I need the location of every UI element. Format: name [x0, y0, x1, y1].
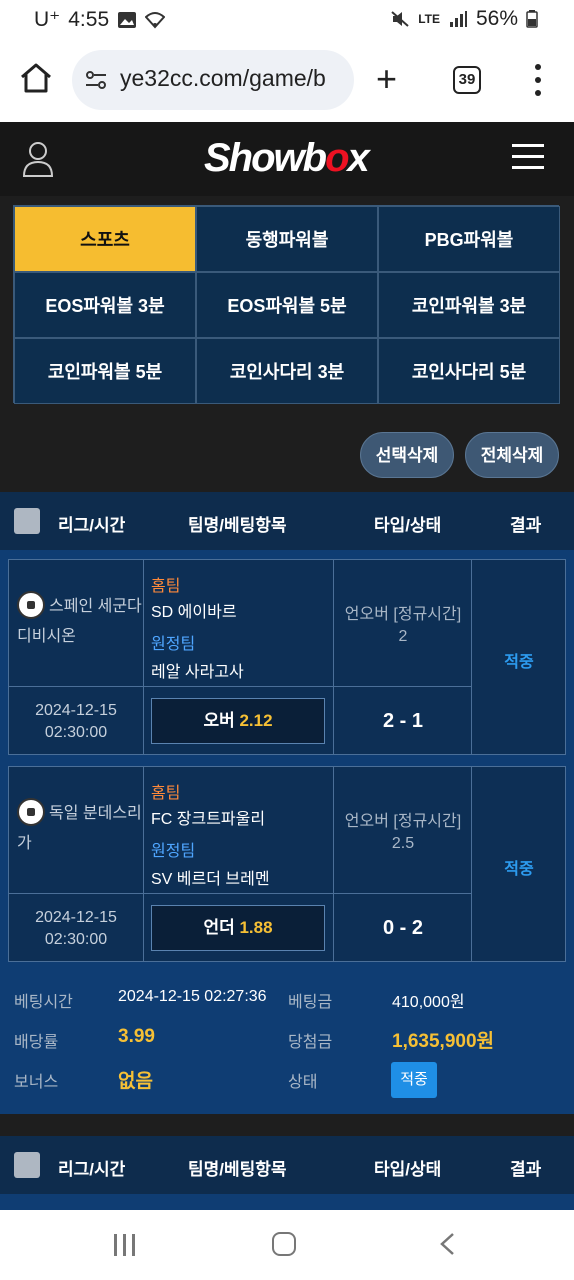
pick-box: 언더 1.88	[151, 905, 325, 951]
header-team-item: 팀명/베팅항목	[188, 1160, 287, 1179]
home-team-name: FC 장크트파울리	[151, 811, 266, 828]
signal-icon	[449, 11, 467, 27]
soccer-ball-icon	[17, 590, 45, 619]
bet-time-value: 2024-12-15 02:27:36	[118, 988, 267, 1005]
recent-apps-icon[interactable]	[112, 1234, 138, 1256]
tab-coin-powerball-5[interactable]: 코인파워볼 5분	[14, 338, 196, 404]
away-team-label: 원정팀	[151, 636, 196, 653]
header-league-time: 리그/시간	[58, 1160, 126, 1179]
away-team-name: SV 베르더 브레멘	[151, 871, 270, 888]
header-result: 결과	[510, 1160, 542, 1179]
carrier-label: U⁺	[34, 8, 61, 31]
header-result: 결과	[510, 516, 542, 535]
league-name: 독일 분데스리가	[17, 797, 145, 859]
match-score: 0 - 2	[382, 917, 424, 939]
home-button-icon[interactable]	[272, 1232, 296, 1256]
hamburger-menu-icon[interactable]	[512, 144, 544, 170]
soccer-ball-icon	[17, 797, 45, 826]
home-team-label: 홈팀	[151, 578, 181, 595]
back-icon[interactable]	[438, 1232, 458, 1256]
bet-amount-value: 410,000원	[392, 994, 465, 1011]
browser-toolbar: ye32cc.com/game/b + 39	[0, 38, 574, 122]
bet-type: 언오버 [정규시간] 2	[344, 606, 462, 645]
table-header: 리그/시간 팀명/베팅항목 타입/상태 결과	[0, 492, 574, 550]
system-navigation-bar	[0, 1210, 574, 1280]
match-result: 적중	[504, 654, 534, 671]
tab-count-button[interactable]: 39	[453, 66, 481, 94]
match-score: 2 - 1	[382, 710, 424, 732]
new-tab-icon[interactable]: +	[376, 61, 397, 97]
bet-time-label: 베팅시간	[14, 994, 73, 1011]
select-checkbox[interactable]	[14, 1152, 40, 1178]
tab-eos-powerball-3[interactable]: EOS파워볼 3분	[14, 272, 196, 338]
site-logo[interactable]: Showbox	[204, 136, 370, 181]
odds-label: 배당률	[14, 1034, 59, 1051]
home-team-label: 홈팀	[151, 785, 181, 802]
home-icon[interactable]	[18, 60, 54, 96]
tab-sports[interactable]: 스포츠	[14, 206, 196, 272]
win-amount-value: 1,635,900원	[392, 1031, 495, 1052]
league-name: 스페인 세군다 디비시온	[17, 590, 145, 652]
bonus-label: 보너스	[14, 1074, 59, 1091]
clock: 4:55	[68, 7, 110, 31]
tab-coin-powerball-3[interactable]: 코인파워볼 3분	[378, 272, 560, 338]
game-category-grid: 스포츠 동행파워볼 PBG파워볼 EOS파워볼 3분 EOS파워볼 5분 코인파…	[13, 205, 560, 404]
match-row: 독일 분데스리가 홈팀 FC 장크트파울리 원정팀 SV 베르더 브레멘 언오버…	[8, 766, 566, 962]
bonus-value: 없음	[118, 1071, 153, 1092]
battery-level: 56%	[475, 7, 518, 30]
tab-eos-powerball-5[interactable]: EOS파워볼 5분	[196, 272, 378, 338]
match-datetime: 2024-12-15 02:30:00	[35, 702, 117, 741]
wifi-icon	[145, 11, 166, 28]
away-team-name: 레알 사라고사	[151, 664, 244, 681]
odds-value: 3.99	[118, 1026, 155, 1047]
header-team-item: 팀명/베팅항목	[188, 516, 287, 535]
status-label: 상태	[288, 1074, 318, 1091]
url-text: ye32cc.com/game/b	[120, 65, 326, 91]
site-settings-icon[interactable]	[84, 68, 108, 92]
battery-icon	[526, 10, 538, 28]
tab-pbg-powerball[interactable]: PBG파워볼	[378, 206, 560, 272]
bet-slip-panel: 리그/시간 팀명/베팅항목 타입/상태 결과	[0, 1136, 574, 1210]
match-datetime: 2024-12-15 02:30:00	[35, 909, 117, 948]
win-amount-label: 당첨금	[288, 1034, 333, 1051]
header-type-status: 타입/상태	[374, 516, 442, 535]
header-league-time: 리그/시간	[58, 516, 126, 535]
status-badge: 적중	[391, 1062, 437, 1098]
delete-selected-button[interactable]: 선택삭제	[360, 432, 454, 478]
status-bar: U⁺ 4:55 LTE 56%	[0, 0, 574, 38]
site-header: Showbox	[0, 122, 574, 196]
header-type-status: 타입/상태	[374, 1160, 442, 1179]
bet-slip-panel: 리그/시간 팀명/베팅항목 타입/상태 결과 스페인 세군다 디비시온 홈팀 S…	[0, 492, 574, 1114]
gallery-icon	[118, 11, 137, 28]
select-checkbox[interactable]	[14, 508, 40, 534]
away-team-label: 원정팀	[151, 843, 196, 860]
pick-box: 오버 2.12	[151, 698, 325, 744]
mute-icon	[391, 11, 409, 27]
bet-amount-label: 베팅금	[288, 994, 333, 1011]
user-icon[interactable]	[22, 140, 54, 178]
tab-coin-ladder-3[interactable]: 코인사다리 3분	[196, 338, 378, 404]
tab-coin-ladder-5[interactable]: 코인사다리 5분	[378, 338, 560, 404]
home-team-name: SD 에이바르	[151, 604, 237, 621]
network-type: LTE	[418, 12, 440, 26]
match-result: 적중	[504, 861, 534, 878]
delete-all-button[interactable]: 전체삭제	[465, 432, 559, 478]
more-options-icon[interactable]	[528, 64, 548, 96]
table-header: 리그/시간 팀명/베팅항목 타입/상태 결과	[0, 1136, 574, 1194]
bet-summary: 베팅시간 2024-12-15 02:27:36 베팅금 410,000원 배당…	[0, 986, 574, 1114]
bet-type: 언오버 [정규시간] 2.5	[344, 813, 462, 852]
tab-donghaeng-powerball[interactable]: 동행파워볼	[196, 206, 378, 272]
address-bar[interactable]: ye32cc.com/game/b	[72, 50, 354, 110]
match-row: 스페인 세군다 디비시온 홈팀 SD 에이바르 원정팀 레알 사라고사 언오버 …	[8, 559, 566, 755]
